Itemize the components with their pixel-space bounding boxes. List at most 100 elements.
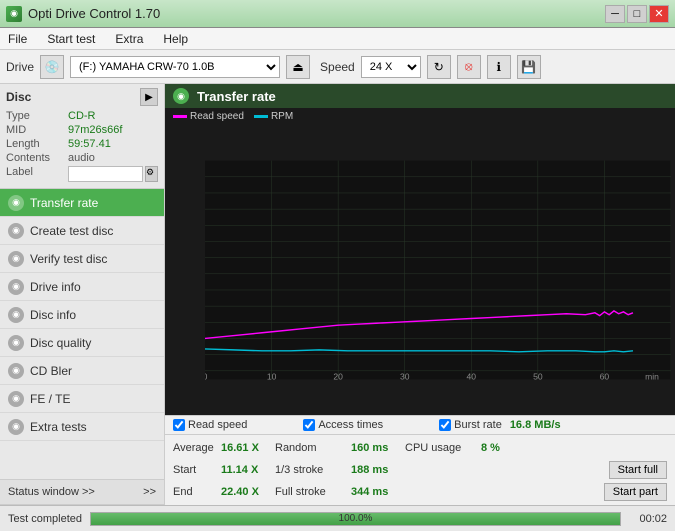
nav-label-extra-tests: Extra tests xyxy=(30,420,87,434)
drive-label: Drive xyxy=(6,60,34,74)
disc-length-row: Length 59:57.41 xyxy=(6,138,158,150)
time-text: 00:02 xyxy=(629,513,667,525)
svg-text:0: 0 xyxy=(205,371,208,381)
nav-verify-test-disc[interactable]: ◉ Verify test disc xyxy=(0,245,164,273)
nav-disc-quality[interactable]: ◉ Disc quality xyxy=(0,329,164,357)
chart-area: 52X 48X 44X 40X 36X 32X 28X 24X 20X 16X … xyxy=(165,125,675,415)
read-speed-checkbox-group: Read speed xyxy=(173,419,247,431)
access-times-stats-label: Access times xyxy=(318,419,383,431)
disc-length-value: 59:57.41 xyxy=(68,138,111,150)
nav-create-test-disc[interactable]: ◉ Create test disc xyxy=(0,217,164,245)
access-times-checkbox[interactable] xyxy=(303,419,315,431)
disc-type-value: CD-R xyxy=(68,110,96,122)
svg-text:min: min xyxy=(645,371,659,381)
info-button[interactable]: ℹ xyxy=(487,55,511,79)
stroke13-label: 1/3 stroke xyxy=(275,464,345,476)
nav-icon-create-test-disc: ◉ xyxy=(8,223,24,239)
nav-label-drive-info: Drive info xyxy=(30,280,81,294)
speed-label: Speed xyxy=(320,60,355,74)
sidebar: Disc ▶ Type CD-R MID 97m26s66f Length 59… xyxy=(0,84,165,505)
status-window-button[interactable]: Status window >> >> xyxy=(0,479,164,505)
nav-icon-disc-quality: ◉ xyxy=(8,335,24,351)
disc-contents-value: audio xyxy=(68,152,95,164)
close-button[interactable]: ✕ xyxy=(649,5,669,23)
disc-options-button[interactable]: ▶ xyxy=(140,88,158,106)
menu-extra[interactable]: Extra xyxy=(111,30,147,48)
burst-rate-checkbox-group: Burst rate xyxy=(439,419,502,431)
nav-icon-disc-info: ◉ xyxy=(8,307,24,323)
progress-bar-container: 100.0% xyxy=(90,512,621,526)
titlebar-left: ◉ Opti Drive Control 1.70 xyxy=(6,6,160,22)
save-button[interactable]: 💾 xyxy=(517,55,541,79)
avg-label: Average xyxy=(173,442,215,454)
disc-type-row: Type CD-R xyxy=(6,110,158,122)
nav-label-create-test-disc: Create test disc xyxy=(30,224,113,238)
label-settings-button[interactable]: ⚙ xyxy=(145,166,158,182)
erase-button[interactable]: ⦻ xyxy=(457,55,481,79)
status-text: Test completed xyxy=(8,513,82,525)
data-row-start: Start 11.14 X 1/3 stroke 188 ms Start fu… xyxy=(173,459,667,481)
nav-extra-tests[interactable]: ◉ Extra tests xyxy=(0,413,164,441)
disc-label-row: Label ⚙ xyxy=(6,166,158,182)
speed-select[interactable]: 24 X xyxy=(361,56,421,78)
svg-text:30: 30 xyxy=(400,371,410,381)
disc-title: Disc xyxy=(6,90,31,104)
disc-header: Disc ▶ xyxy=(6,88,158,106)
burst-rate-value: 16.8 MB/s xyxy=(510,419,561,431)
drive-select[interactable]: (F:) YAMAHA CRW-70 1.0B xyxy=(70,56,280,78)
titlebar: ◉ Opti Drive Control 1.70 ─ □ ✕ xyxy=(0,0,675,28)
titlebar-controls: ─ □ ✕ xyxy=(605,5,669,23)
disc-mid-row: MID 97m26s66f xyxy=(6,124,158,136)
menu-file[interactable]: File xyxy=(4,30,31,48)
disc-label-input[interactable] xyxy=(68,166,143,182)
nav-transfer-rate[interactable]: ◉ Transfer rate xyxy=(0,189,164,217)
full-stroke-value: 344 ms xyxy=(351,486,399,498)
nav-container: ◉ Transfer rate ◉ Create test disc ◉ Ver… xyxy=(0,189,164,441)
burst-rate-stats-label: Burst rate xyxy=(454,419,502,431)
read-speed-checkbox[interactable] xyxy=(173,419,185,431)
eject-button[interactable]: ⏏ xyxy=(286,55,310,79)
nav-icon-cd-bler: ◉ xyxy=(8,363,24,379)
disc-contents-row: Contents audio xyxy=(6,152,158,164)
nav-label-fe-te: FE / TE xyxy=(30,392,70,406)
nav-cd-bler[interactable]: ◉ CD Bler xyxy=(0,357,164,385)
menu-help[interactable]: Help xyxy=(159,30,192,48)
nav-icon-transfer-rate: ◉ xyxy=(8,195,24,211)
disc-contents-label: Contents xyxy=(6,152,68,164)
maximize-button[interactable]: □ xyxy=(627,5,647,23)
chart-svg: 52X 48X 44X 40X 36X 32X 28X 24X 20X 16X … xyxy=(205,129,671,411)
nav-label-verify-test-disc: Verify test disc xyxy=(30,252,107,266)
minimize-button[interactable]: ─ xyxy=(605,5,625,23)
disc-mid-value: 97m26s66f xyxy=(68,124,122,136)
legend-read-speed-label: Read speed xyxy=(190,111,244,122)
svg-text:10: 10 xyxy=(267,371,277,381)
menu-start-test[interactable]: Start test xyxy=(43,30,99,48)
start-value: 11.14 X xyxy=(221,464,269,476)
content-area: ◉ Transfer rate Read speed RPM xyxy=(165,84,675,505)
avg-value: 16.61 X xyxy=(221,442,269,454)
start-full-button[interactable]: Start full xyxy=(609,461,667,479)
chart-icon: ◉ xyxy=(173,88,189,104)
nav-drive-info[interactable]: ◉ Drive info xyxy=(0,273,164,301)
read-speed-stats-label: Read speed xyxy=(188,419,247,431)
nav-fe-te[interactable]: ◉ FE / TE xyxy=(0,385,164,413)
nav-label-disc-quality: Disc quality xyxy=(30,336,91,350)
burst-rate-checkbox[interactable] xyxy=(439,419,451,431)
random-label: Random xyxy=(275,442,345,454)
status-window-arrow-icon: >> xyxy=(143,486,156,498)
app-icon: ◉ xyxy=(6,6,22,22)
full-stroke-label: Full stroke xyxy=(275,486,345,498)
titlebar-title: Opti Drive Control 1.70 xyxy=(28,6,160,21)
nav-label-cd-bler: CD Bler xyxy=(30,364,72,378)
end-label: End xyxy=(173,486,215,498)
legend-rpm: RPM xyxy=(254,111,293,122)
nav-icon-extra-tests: ◉ xyxy=(8,419,24,435)
nav-icon-drive-info: ◉ xyxy=(8,279,24,295)
nav-label-transfer-rate: Transfer rate xyxy=(30,196,98,210)
refresh-button[interactable]: ↻ xyxy=(427,55,451,79)
data-rows: Average 16.61 X Random 160 ms CPU usage … xyxy=(165,434,675,505)
nav-disc-info[interactable]: ◉ Disc info xyxy=(0,301,164,329)
legend-read-speed: Read speed xyxy=(173,111,244,122)
drivebar: Drive 💿 (F:) YAMAHA CRW-70 1.0B ⏏ Speed … xyxy=(0,50,675,84)
start-part-button[interactable]: Start part xyxy=(604,483,667,501)
